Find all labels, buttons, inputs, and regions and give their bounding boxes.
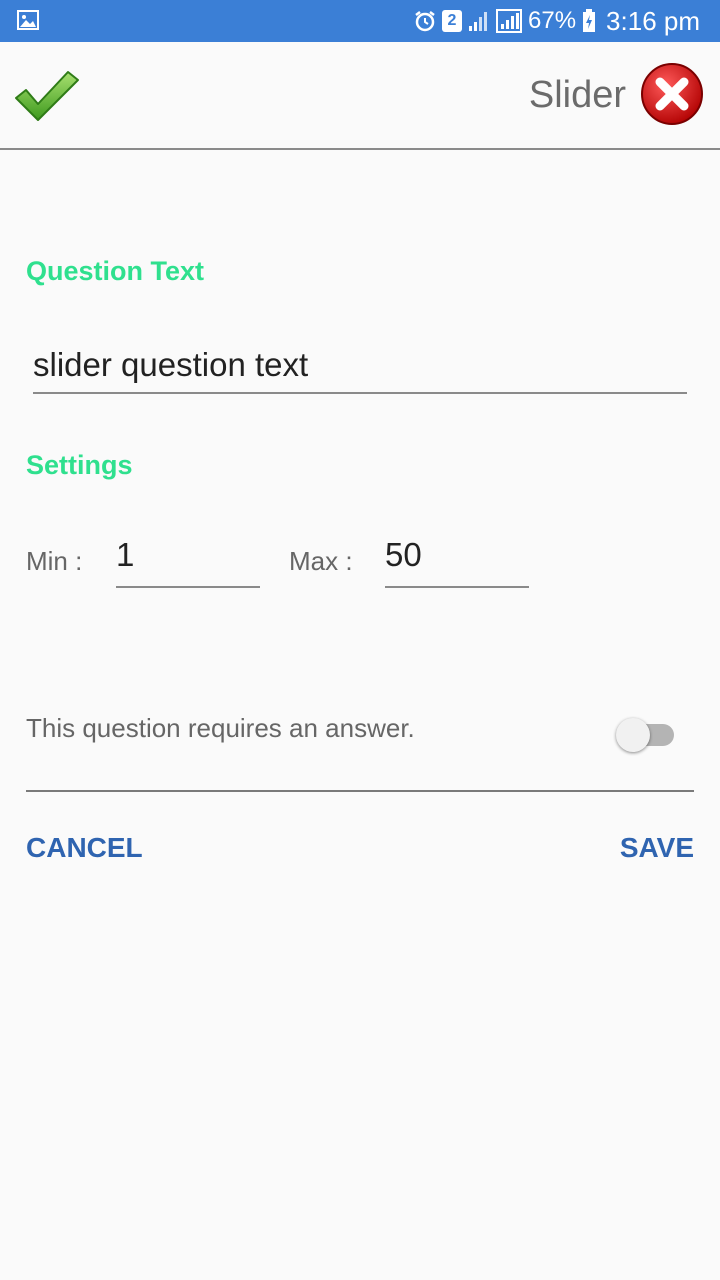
alarm-icon bbox=[415, 11, 435, 32]
cancel-button[interactable]: CANCEL bbox=[26, 832, 143, 864]
signal-strength-icon bbox=[496, 9, 522, 33]
min-label: Min : bbox=[26, 546, 83, 576]
battery-icon bbox=[583, 9, 596, 32]
settings-label: Settings bbox=[26, 450, 133, 480]
notification-badge: 2 bbox=[442, 10, 462, 32]
page-title: Slider bbox=[528, 74, 626, 116]
required-toggle[interactable] bbox=[616, 718, 676, 752]
required-label: This question requires an answer. bbox=[26, 713, 415, 743]
checkmark-icon[interactable] bbox=[14, 68, 80, 124]
max-label: Max : bbox=[289, 546, 353, 576]
close-icon[interactable] bbox=[640, 62, 704, 126]
save-button[interactable]: SAVE bbox=[620, 832, 694, 864]
max-input[interactable]: 50 bbox=[385, 536, 529, 588]
battery-percent: 67% bbox=[528, 7, 577, 34]
status-bar: 2 67% 3:16 pm bbox=[0, 0, 720, 42]
signal-icon bbox=[469, 12, 487, 31]
question-text-input[interactable]: slider question text bbox=[33, 340, 687, 394]
clock: 3:16 pm bbox=[606, 5, 700, 36]
min-input[interactable]: 1 bbox=[116, 536, 260, 588]
gallery-icon bbox=[17, 10, 39, 30]
app-bar: Slider bbox=[0, 42, 720, 150]
divider bbox=[26, 790, 694, 792]
question-text-label: Question Text bbox=[26, 256, 205, 286]
toggle-thumb bbox=[616, 718, 650, 752]
